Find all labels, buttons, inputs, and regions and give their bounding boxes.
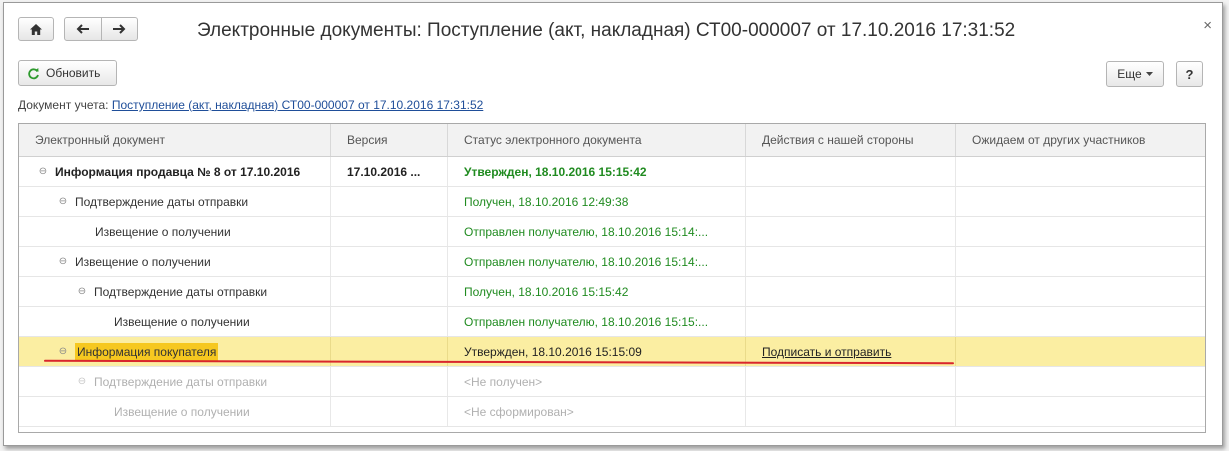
document-name: Информация покупателя: [75, 342, 219, 361]
document-name: Извещение о получении: [114, 314, 250, 329]
document-line: Документ учета: Поступление (акт, наклад…: [18, 98, 483, 112]
version-cell: [331, 217, 448, 246]
document-label: Документ учета:: [18, 98, 109, 112]
waiting-cell: [956, 337, 1205, 366]
waiting-cell: [956, 247, 1205, 276]
documents-table: Электронный документ Версия Статус элект…: [18, 123, 1206, 433]
document-cell: ⊖ Информация продавца № 8 от 17.10.2016: [19, 157, 331, 186]
table-row[interactable]: ⊖ Подтверждение даты отправки Получен, 1…: [19, 277, 1205, 307]
chevron-down-icon: [1145, 71, 1153, 76]
more-label: Еще: [1117, 67, 1142, 81]
collapse-icon[interactable]: ⊖: [37, 166, 49, 177]
action-cell: [746, 217, 956, 246]
status-cell: Отправлен получателю, 18.10.2016 15:14:.…: [448, 217, 746, 246]
status-cell: <Не сформирован>: [448, 397, 746, 426]
waiting-cell: [956, 157, 1205, 186]
collapse-icon[interactable]: ⊖: [76, 376, 88, 387]
document-cell: ⊖ Подтверждение даты отправки: [19, 367, 331, 396]
table-header: Электронный документ Версия Статус элект…: [19, 124, 1205, 157]
status-cell: Утвержден, 18.10.2016 15:15:42: [448, 157, 746, 186]
action-cell: [746, 247, 956, 276]
version-cell: 17.10.2016 ...: [331, 157, 448, 186]
status-cell: <Не получен>: [448, 367, 746, 396]
action-cell: [746, 367, 956, 396]
document-cell: ⊖ Подтверждение даты отправки: [19, 187, 331, 216]
table-row[interactable]: ⊖ Подтверждение даты отправки <Не получе…: [19, 367, 1205, 397]
table-row[interactable]: ⊖ Подтверждение даты отправки Получен, 1…: [19, 187, 1205, 217]
refresh-button[interactable]: Обновить: [18, 60, 117, 86]
action-cell: [746, 157, 956, 186]
table-row[interactable]: ⊖ Извещение о получении Отправлен получа…: [19, 247, 1205, 277]
arrow-right-icon: [113, 24, 126, 34]
more-button[interactable]: Еще: [1106, 61, 1164, 87]
table-row[interactable]: ⊖ Информация продавца № 8 от 17.10.2016 …: [19, 157, 1205, 187]
document-name: Подтверждение даты отправки: [94, 284, 268, 299]
column-header-our-actions[interactable]: Действия с нашей стороны: [746, 124, 956, 156]
document-name: Извещение о получении: [75, 254, 211, 269]
document-cell: ⊖ Извещение о получении: [19, 247, 331, 276]
collapse-icon[interactable]: ⊖: [76, 286, 88, 297]
forward-button[interactable]: [101, 18, 137, 40]
waiting-cell: [956, 307, 1205, 336]
waiting-cell: [956, 277, 1205, 306]
refresh-label: Обновить: [46, 66, 101, 80]
action-cell: [746, 187, 956, 216]
table-row[interactable]: Извещение о получении <Не сформирован>: [19, 397, 1205, 427]
table-row[interactable]: Извещение о получении Отправлен получате…: [19, 217, 1205, 247]
collapse-icon[interactable]: ⊖: [57, 346, 69, 357]
document-cell: Извещение о получении: [19, 307, 331, 336]
collapse-icon[interactable]: ⊖: [57, 196, 69, 207]
home-icon: [30, 23, 42, 35]
close-icon[interactable]: ×: [1203, 17, 1212, 34]
column-header-version[interactable]: Версия: [331, 124, 448, 156]
form-window: Электронные документы: Поступление (акт,…: [3, 2, 1223, 446]
version-cell: [331, 397, 448, 426]
help-button[interactable]: ?: [1176, 61, 1203, 87]
document-cell: Извещение о получении: [19, 397, 331, 426]
waiting-cell: [956, 397, 1205, 426]
action-cell: [746, 397, 956, 426]
version-cell: [331, 277, 448, 306]
document-name: Извещение о получении: [95, 224, 231, 239]
action-cell: [746, 307, 956, 336]
action-cell: [746, 277, 956, 306]
document-name: Информация продавца № 8 от 17.10.2016: [55, 164, 301, 179]
status-cell: Отправлен получателю, 18.10.2016 15:15:.…: [448, 307, 746, 336]
status-cell: Получен, 18.10.2016 15:15:42: [448, 277, 746, 306]
document-cell: Извещение о получении: [19, 217, 331, 246]
document-name: Подтверждение даты отправки: [94, 374, 268, 389]
column-header-waiting[interactable]: Ожидаем от других участников: [956, 124, 1205, 156]
version-cell: [331, 367, 448, 396]
refresh-icon: [28, 67, 39, 79]
document-link[interactable]: Поступление (акт, накладная) СТ00-000007…: [112, 98, 483, 112]
arrow-left-icon: [76, 24, 89, 34]
waiting-cell: [956, 217, 1205, 246]
version-cell: [331, 307, 448, 336]
history-nav: [64, 17, 138, 41]
status-cell: Отправлен получателю, 18.10.2016 15:14:.…: [448, 247, 746, 276]
waiting-cell: [956, 367, 1205, 396]
column-header-document[interactable]: Электронный документ: [19, 124, 331, 156]
version-cell: [331, 187, 448, 216]
table-row[interactable]: Извещение о получении Отправлен получате…: [19, 307, 1205, 337]
document-cell: ⊖ Подтверждение даты отправки: [19, 277, 331, 306]
column-header-status[interactable]: Статус электронного документа: [448, 124, 746, 156]
waiting-cell: [956, 187, 1205, 216]
back-button[interactable]: [65, 18, 101, 40]
home-button[interactable]: [18, 17, 54, 41]
status-cell: Получен, 18.10.2016 12:49:38: [448, 187, 746, 216]
document-name: Подтверждение даты отправки: [75, 194, 249, 209]
version-cell: [331, 247, 448, 276]
document-name: Извещение о получении: [114, 404, 250, 419]
window-title: Электронные документы: Поступление (акт,…: [197, 20, 1016, 41]
sign-and-send-link[interactable]: Подписать и отправить: [762, 345, 891, 359]
collapse-icon[interactable]: ⊖: [57, 256, 69, 267]
